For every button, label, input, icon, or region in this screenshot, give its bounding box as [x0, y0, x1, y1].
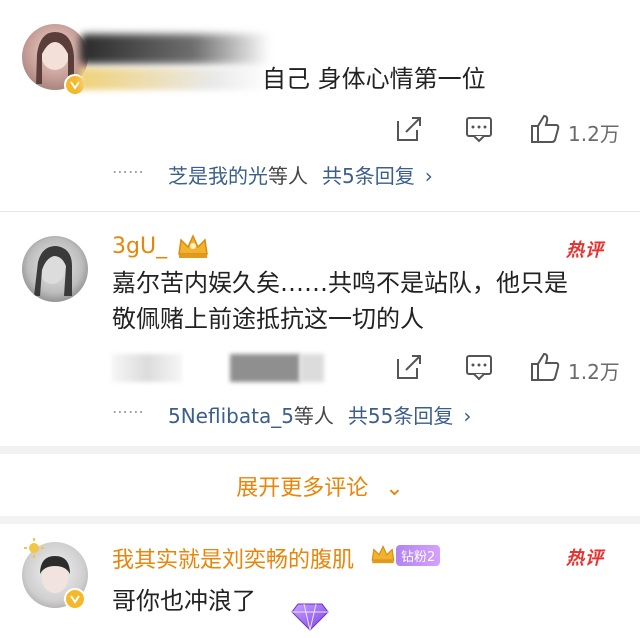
- expand-more-label: 展开更多评论: [236, 476, 369, 501]
- comment-icon[interactable]: [462, 112, 496, 146]
- chevron-right-icon: ›: [463, 404, 472, 428]
- expand-more-comments-button[interactable]: 展开更多评论 ⌄: [0, 470, 640, 502]
- replies-user[interactable]: 5Neflibata_5: [168, 404, 294, 428]
- replies-suffix: 等人: [268, 164, 308, 188]
- avatar[interactable]: [22, 236, 88, 302]
- replies-total[interactable]: 共55条回复: [348, 404, 453, 428]
- hot-comment-badge: 热评: [566, 240, 604, 261]
- blurred-info-1: [112, 354, 182, 382]
- replies-dots: ⋯⋯: [112, 402, 144, 421]
- crown-icon: [178, 234, 208, 258]
- username[interactable]: 我其实就是刘奕畅的腹肌: [112, 542, 354, 574]
- share-icon[interactable]: [392, 112, 426, 146]
- replies-summary[interactable]: 芝是我的光等人 共5条回复 ›: [168, 160, 433, 189]
- avatar-portrait-icon: [34, 246, 72, 296]
- hot-comment-badge: 热评: [566, 548, 604, 569]
- comment-text-line1: 嘉尔苦内娱久矣……共鸣不是站队，他只是: [112, 269, 568, 297]
- blurred-badge: [80, 68, 270, 90]
- replies-suffix: 等人: [293, 404, 334, 428]
- sun-icon: [24, 538, 44, 558]
- like-count: 1.2万: [568, 360, 620, 384]
- blurred-info-2: [230, 354, 300, 382]
- gem-icon: [291, 603, 329, 631]
- like-count: 1.2万: [568, 122, 620, 146]
- vip-badge-icon: [64, 588, 86, 610]
- blurred-info-3: [300, 354, 324, 382]
- replies-dots: ⋯⋯: [112, 162, 144, 181]
- section-separator: [0, 516, 640, 524]
- fan-level-badge: 钻粉2: [396, 545, 441, 566]
- section-separator: [0, 446, 640, 454]
- comment-text: 自己 身体心情第一位: [262, 65, 486, 93]
- chevron-right-icon: ›: [424, 164, 433, 188]
- replies-summary[interactable]: 5Neflibata_5等人 共55条回复 ›: [168, 400, 471, 429]
- divider: [0, 211, 640, 212]
- like-icon[interactable]: [528, 350, 562, 384]
- comment-icon[interactable]: [462, 350, 496, 384]
- share-icon[interactable]: [392, 350, 426, 384]
- comment-text: 哥你也冲浪了: [112, 587, 256, 615]
- replies-total[interactable]: 共5条回复: [322, 164, 415, 188]
- crown-icon: [371, 544, 395, 564]
- like-icon[interactable]: [528, 112, 562, 146]
- chevron-down-icon: ⌄: [385, 476, 404, 501]
- replies-user[interactable]: 芝是我的光: [168, 164, 268, 188]
- username[interactable]: 3gU_: [112, 234, 167, 259]
- comment-text-line2: 敬佩赌上前途抵抗这一切的人: [112, 305, 424, 333]
- blurred-username: [80, 34, 270, 64]
